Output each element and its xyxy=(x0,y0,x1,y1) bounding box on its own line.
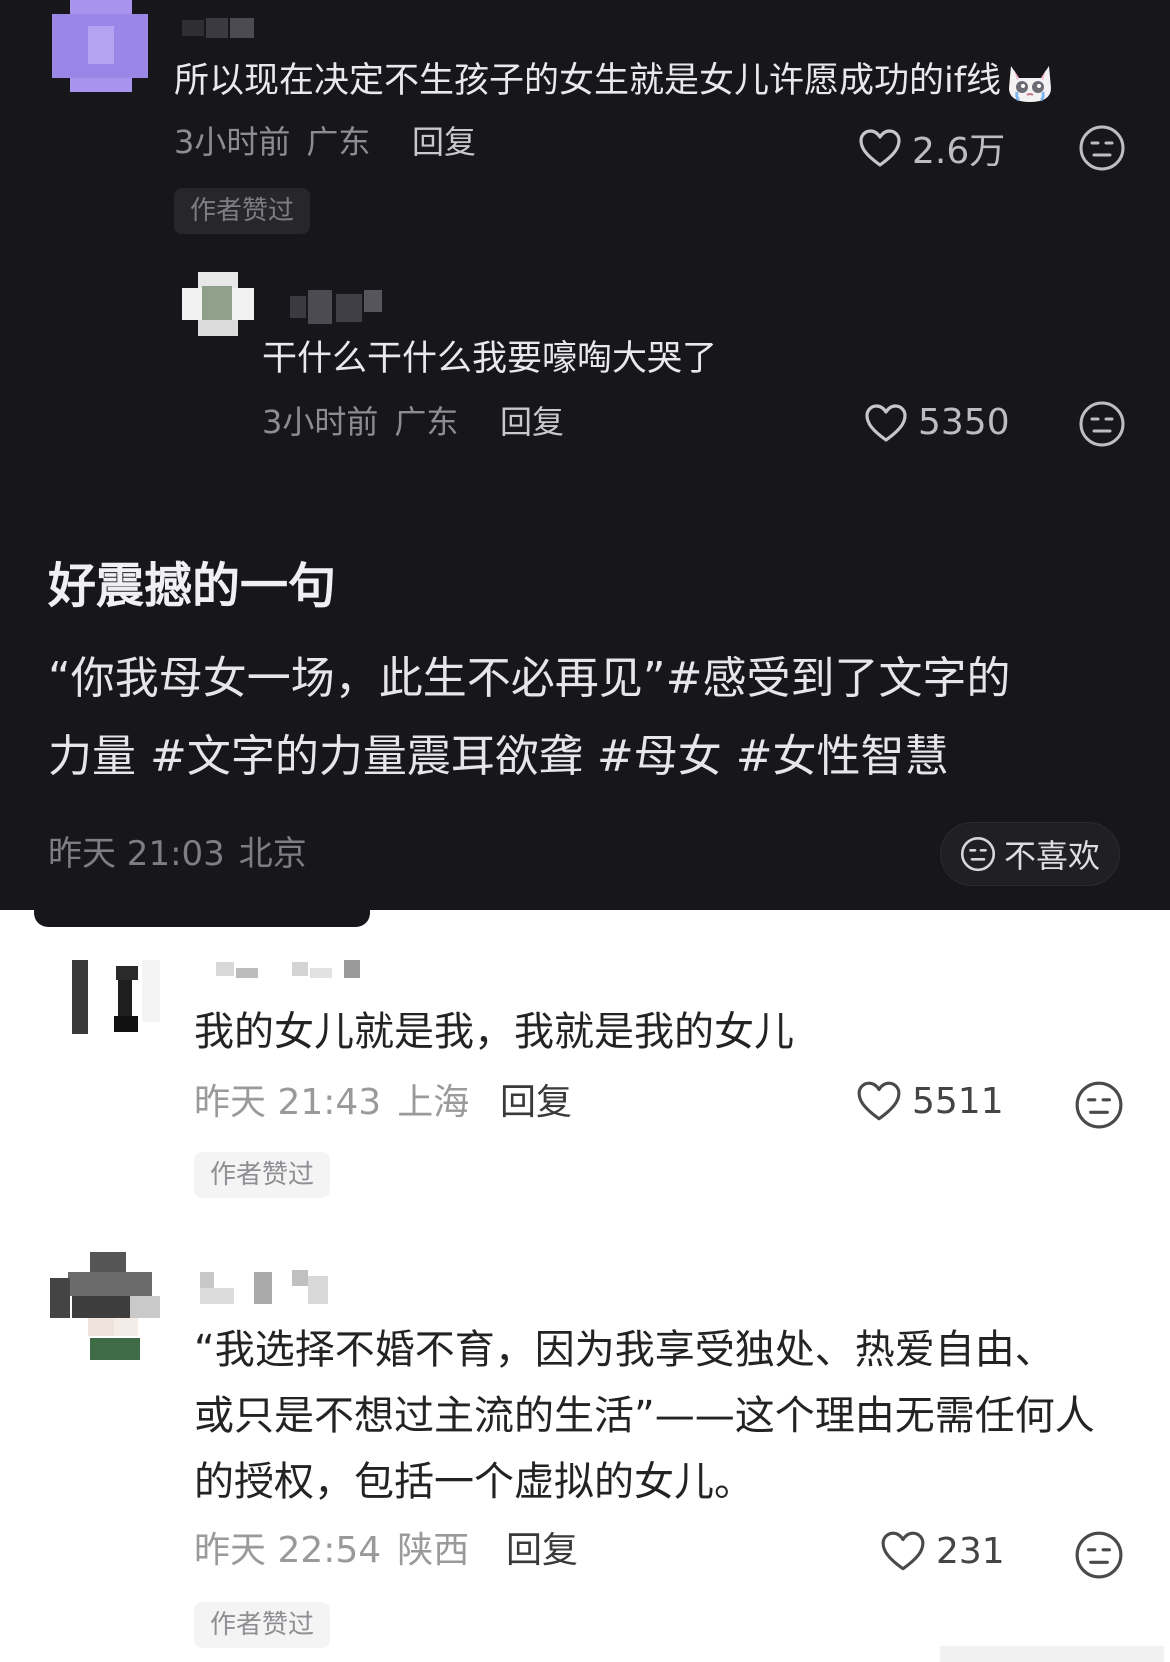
username[interactable] xyxy=(196,960,366,986)
post-title: 好震撼的一句 xyxy=(48,558,337,614)
neutral-face-icon xyxy=(960,836,996,872)
dislike-button[interactable]: 不喜欢 xyxy=(940,822,1120,886)
heart-icon xyxy=(859,129,901,167)
comment-text-line-1: “我选择不婚不育，因为我享受独处、热爱自由、 xyxy=(194,1327,1055,1373)
dislike-face-icon[interactable] xyxy=(1078,400,1126,452)
author-liked-badge: 作者赞过 xyxy=(194,1152,331,1198)
like-button[interactable]: 5511 xyxy=(856,1080,1004,1122)
heart-icon xyxy=(881,1531,925,1571)
author-liked-badge: 作者赞过 xyxy=(194,1602,331,1648)
like-count: 231 xyxy=(936,1530,1005,1572)
post-body-line-2: 力量 #文字的力量震耳欲聋 #母女 #女性智慧 xyxy=(48,731,949,782)
reply-button[interactable]: 回复 xyxy=(500,1080,572,1126)
like-button[interactable]: 2.6万 xyxy=(858,122,1005,174)
comment-meta: 昨天 22:54 陕西 xyxy=(194,1530,470,1571)
username[interactable] xyxy=(290,290,382,326)
username[interactable] xyxy=(196,1270,330,1306)
watermark xyxy=(940,1646,1164,1662)
comment-text-line-3: 的授权，包括一个虚拟的女儿。 xyxy=(194,1459,754,1505)
heart-icon xyxy=(865,403,907,442)
comment-text: 所以现在决定不生孩子的女生就是女儿许愿成功的if线 xyxy=(174,58,1055,104)
reply-text: 干什么干什么我要嚎啕大哭了 xyxy=(262,339,718,379)
reply-button[interactable]: 回复 xyxy=(500,402,564,442)
comment-meta: 昨天 21:43 上海 xyxy=(194,1082,470,1123)
panel-edge-tab xyxy=(34,905,370,927)
like-count: 5350 xyxy=(918,402,1010,443)
like-count: 2.6万 xyxy=(912,131,1006,172)
dislike-face-icon[interactable] xyxy=(1074,1080,1124,1134)
crying-cat-emoji xyxy=(1005,58,1055,104)
author-liked-badge: 作者赞过 xyxy=(174,188,311,234)
avatar[interactable] xyxy=(70,960,160,1038)
avatar[interactable] xyxy=(50,1252,164,1360)
username[interactable] xyxy=(182,18,254,38)
comment-text-line-2: 或只是不想过主流的生活”——这个理由无需任何人 xyxy=(194,1393,1095,1439)
avatar[interactable] xyxy=(182,272,254,336)
dislike-face-icon[interactable] xyxy=(1074,1530,1124,1584)
heart-icon xyxy=(857,1081,901,1121)
like-count: 5511 xyxy=(912,1080,1004,1122)
reply-meta: 3小时前 广东 xyxy=(262,403,459,441)
post-body-line-1: “你我母女一场，此生不必再见”#感受到了文字的 xyxy=(48,653,1011,704)
comment-meta: 3小时前 广东 xyxy=(174,123,371,161)
like-button[interactable]: 5350 xyxy=(864,402,1010,443)
post-meta: 昨天 21:03 北京 xyxy=(48,834,307,874)
reply-button[interactable]: 回复 xyxy=(506,1528,578,1574)
comment-text: 我的女儿就是我，我就是我的女儿 xyxy=(194,1009,794,1055)
like-button[interactable]: 231 xyxy=(880,1530,1005,1572)
reply-button[interactable]: 回复 xyxy=(412,122,476,162)
avatar[interactable] xyxy=(52,0,148,92)
dislike-face-icon[interactable] xyxy=(1078,124,1126,176)
